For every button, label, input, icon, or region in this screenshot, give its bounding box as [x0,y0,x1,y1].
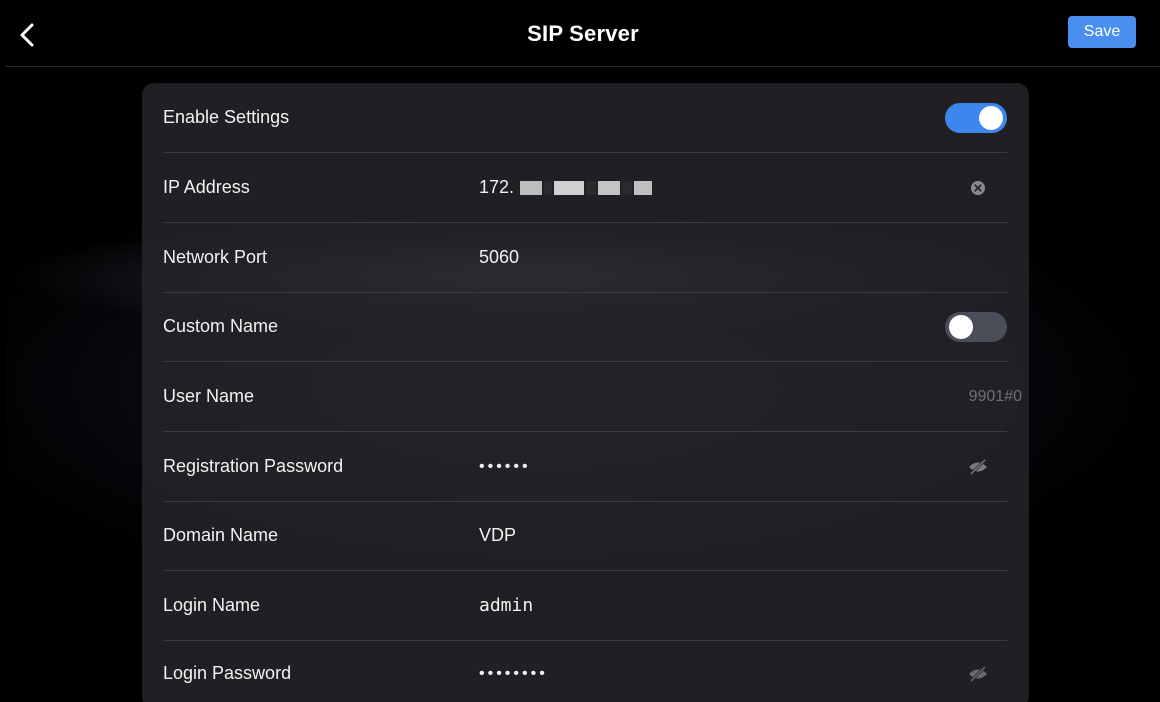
settings-panel: Enable Settings IP Address 172. Network … [142,83,1029,702]
row-enable-settings: Enable Settings [163,83,1007,153]
login-password-label: Login Password [163,663,292,683]
domain-name-field[interactable]: VDP [479,501,516,570]
page-title: SIP Server [527,21,639,46]
toggle-login-password-visibility[interactable] [967,663,989,685]
clear-ip-button[interactable] [967,177,989,199]
user-name-value: 9901#0 [968,387,1022,405]
ip-address-label: IP Address [163,177,250,197]
row-custom-name: Custom Name [163,292,1007,362]
enable-settings-label: Enable Settings [163,107,290,127]
network-port-label: Network Port [163,247,268,267]
login-password-field[interactable]: •••••••• [479,639,548,702]
row-ip-address[interactable]: IP Address 172. [163,153,1007,223]
user-name-label: User Name [163,386,255,406]
login-name-field[interactable]: admin [479,571,533,640]
row-registration-password[interactable]: Registration Password •••••• [163,432,1007,502]
eye-off-icon [969,665,987,682]
screen: SIP Server Save Enable Settings IP Addre… [6,6,1160,702]
registration-password-label: Registration Password [163,456,344,476]
enable-settings-toggle[interactable] [945,102,1007,133]
ip-address-value: 172. [479,177,515,197]
row-domain-name[interactable]: Domain Name VDP [163,501,1007,571]
registration-password-field[interactable]: •••••• [479,432,531,501]
eye-off-icon [969,458,987,475]
row-user-name: User Name 9901#0 [163,362,1022,432]
toggle-knob [979,105,1003,130]
toggle-registration-password-visibility[interactable] [967,456,989,478]
domain-name-label: Domain Name [163,525,279,545]
top-bar: SIP Server Save [6,6,1160,67]
row-login-password[interactable]: Login Password •••••••• [163,639,1007,702]
login-name-label: Login Name [163,595,261,615]
custom-name-toggle[interactable] [945,311,1007,342]
custom-name-label: Custom Name [163,316,279,336]
ip-address-field[interactable]: 172. [479,153,653,222]
row-login-name[interactable]: Login Name admin [163,571,1007,641]
row-network-port[interactable]: Network Port 5060 [163,223,1007,293]
network-port-field[interactable]: 5060 [479,223,519,292]
redacted-block [518,180,653,195]
clear-icon [971,180,985,195]
toggle-knob [949,314,973,339]
save-button[interactable]: Save [1068,16,1136,48]
